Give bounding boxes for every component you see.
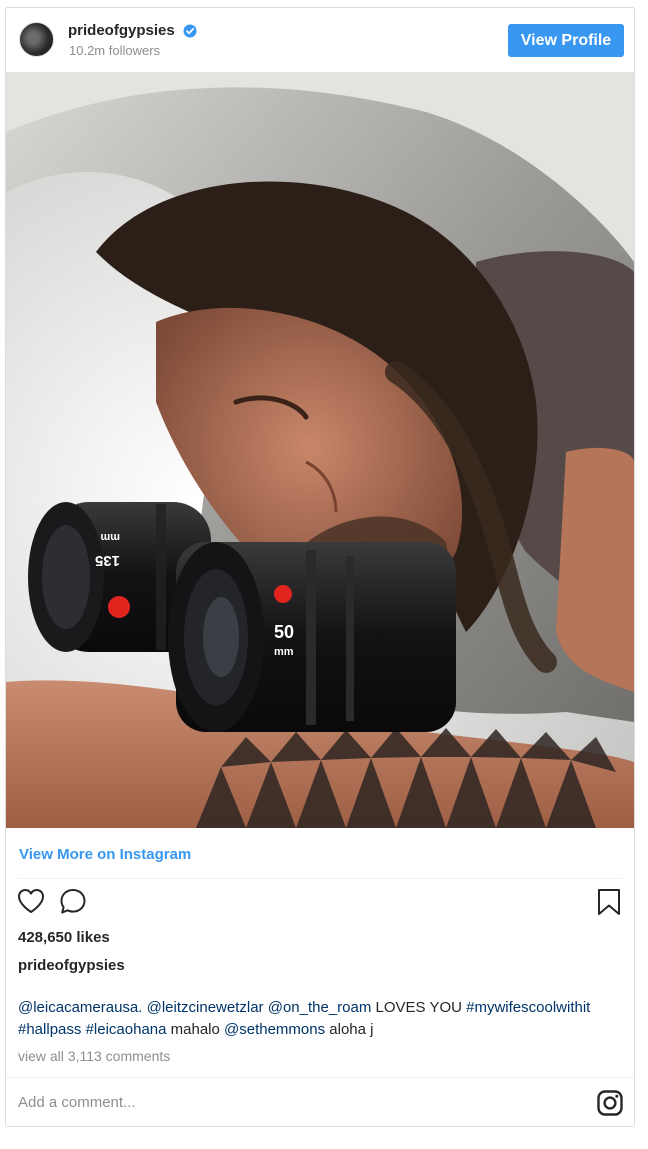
- post-header: prideofgypsies 10.2m followers View Prof…: [6, 8, 634, 72]
- instagram-logo-icon[interactable]: [596, 1089, 624, 1117]
- comment-bubble-icon[interactable]: [58, 886, 88, 916]
- caption-hashtag-leicaohana[interactable]: #leicaohana: [86, 1021, 167, 1038]
- username[interactable]: prideofgypsies: [68, 22, 175, 39]
- caption-hashtag-hallpass[interactable]: #hallpass: [18, 1021, 81, 1038]
- caption-mention-sethemmons[interactable]: @sethemmons: [224, 1021, 325, 1038]
- view-more-link[interactable]: View More on Instagram: [19, 846, 191, 863]
- caption-mention-leitzcinewetzlar[interactable]: @leitzcinewetzlar: [147, 999, 264, 1016]
- bookmark-icon[interactable]: [595, 887, 623, 917]
- instagram-embed-card: prideofgypsies 10.2m followers View Prof…: [5, 7, 635, 1127]
- caption-mention-leicacamerausa[interactable]: @leicacamerausa.: [18, 999, 142, 1016]
- post-image: 135 mm 50 mm: [6, 72, 634, 828]
- avatar[interactable]: [19, 22, 54, 57]
- lens-50-unit: mm: [274, 646, 294, 658]
- caption-text-fragment: mahalo: [166, 1021, 225, 1038]
- like-count[interactable]: 428,650 likes: [18, 929, 110, 946]
- view-profile-button[interactable]: View Profile: [508, 24, 624, 57]
- caption-text-fragment: aloha j: [325, 1021, 374, 1038]
- lens-135-label: 135: [95, 552, 120, 569]
- caption-text-fragment: LOVES YOU: [371, 999, 467, 1016]
- post-photo[interactable]: 135 mm 50 mm: [6, 72, 634, 828]
- view-all-comments-link[interactable]: view all 3,113 comments: [18, 1048, 170, 1064]
- lens-50mm: 50 mm: [168, 542, 456, 732]
- caption-text: @leicacamerausa. @leitzcinewetzlar @on_t…: [18, 997, 626, 1041]
- verified-badge-icon: [183, 24, 197, 38]
- follower-count: 10.2m followers: [69, 43, 161, 58]
- divider: [6, 1077, 634, 1078]
- heart-icon[interactable]: [16, 886, 46, 916]
- caption-hashtag-mywifescoolwithit[interactable]: #mywifescoolwithit: [466, 999, 590, 1016]
- divider: [18, 878, 622, 879]
- caption-mention-on-the-roam[interactable]: @on_the_roam: [268, 999, 372, 1016]
- lens-135-unit: mm: [100, 531, 120, 543]
- add-comment-input[interactable]: Add a comment...: [18, 1094, 136, 1111]
- lens-50-label: 50: [274, 622, 294, 642]
- caption-username[interactable]: prideofgypsies: [18, 957, 125, 974]
